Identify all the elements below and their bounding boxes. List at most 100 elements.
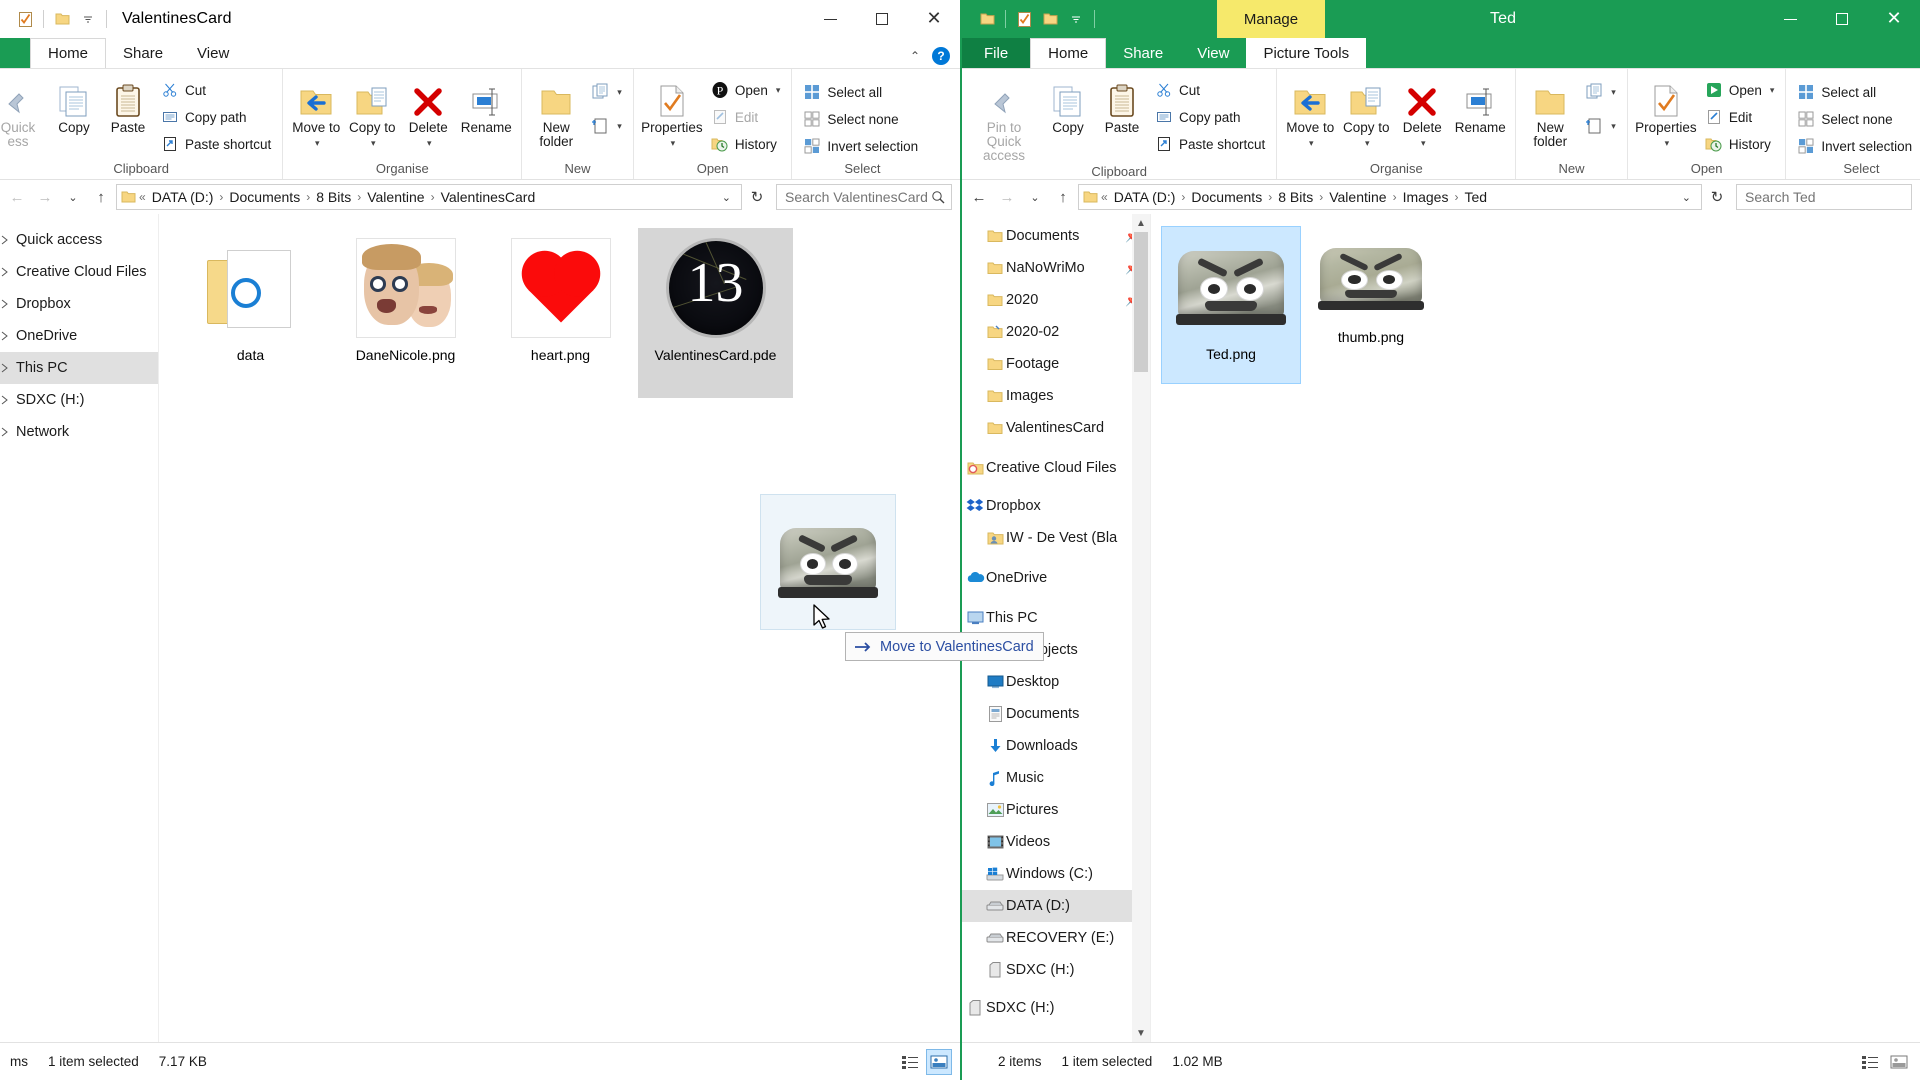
- breadcrumb-item-3[interactable]: Valentine: [1326, 189, 1389, 205]
- sidebar-item-iw-de-vest[interactable]: IW - De Vest (Bla: [962, 522, 1150, 554]
- new-item-button[interactable]: ▾: [586, 80, 627, 104]
- copy-button[interactable]: Copy: [48, 74, 100, 135]
- sidebar-item-windows-c[interactable]: Windows (C:): [962, 858, 1150, 890]
- edit-button[interactable]: Edit: [1700, 105, 1780, 129]
- up-arrow-icon[interactable]: ↑: [88, 184, 114, 210]
- breadcrumb-item-4[interactable]: ValentinesCard: [438, 189, 539, 205]
- sidebar-item-valentinescard[interactable]: ValentinesCard: [962, 412, 1150, 444]
- breadcrumb-dropdown-icon[interactable]: ⌄: [716, 191, 737, 204]
- new-item-button[interactable]: ▾: [1580, 80, 1621, 104]
- sidebar-item-documents-2[interactable]: Documents: [962, 698, 1150, 730]
- easy-access-button[interactable]: ▾: [586, 114, 627, 138]
- left-breadcrumb[interactable]: « DATA (D:) › Documents › 8 Bits › Valentin…: [116, 184, 742, 210]
- left-quick-access-toolbar[interactable]: ValentinesCard: [0, 0, 232, 38]
- close-icon[interactable]: ✕: [908, 0, 960, 38]
- list-item[interactable]: 13 ValentinesCard.pde: [638, 228, 793, 398]
- pin-to-quick-access-button[interactable]: Quick ess: [0, 74, 46, 149]
- sidebar-item-2020-02[interactable]: 2020-02: [962, 316, 1150, 348]
- edit-button[interactable]: Edit: [706, 105, 786, 129]
- refresh-icon[interactable]: ↻: [744, 184, 770, 210]
- select-none-button[interactable]: Select none: [1792, 107, 1917, 131]
- new-folder-button[interactable]: New folder: [1522, 74, 1578, 149]
- folder-icon[interactable]: [974, 6, 1000, 32]
- delete-button[interactable]: Delete ▾: [1395, 74, 1449, 150]
- list-item[interactable]: heart.png: [483, 228, 638, 398]
- minimize-icon[interactable]: [1764, 0, 1816, 38]
- left-navigation-pane[interactable]: Quick access Creative Cloud Files Dropbo…: [0, 214, 158, 1042]
- tab-share[interactable]: Share: [1106, 38, 1180, 68]
- chevron-down-icon[interactable]: [1063, 6, 1089, 32]
- tab-share[interactable]: Share: [106, 38, 180, 68]
- sidebar-item-dropbox[interactable]: Dropbox: [962, 490, 1150, 522]
- list-item[interactable]: thumb.png: [1301, 226, 1441, 384]
- help-icon[interactable]: ?: [932, 47, 950, 65]
- delete-button[interactable]: Delete ▾: [401, 74, 455, 150]
- sidebar-item-onedrive[interactable]: OneDrive: [0, 320, 158, 352]
- folder-icon-2[interactable]: [1037, 6, 1063, 32]
- rename-button[interactable]: Rename: [457, 74, 515, 135]
- sidebar-item-2020[interactable]: 2020📌: [962, 284, 1150, 316]
- sidebar-item-downloads[interactable]: Downloads: [962, 730, 1150, 762]
- paste-button[interactable]: Paste: [102, 74, 154, 135]
- breadcrumb-item-0[interactable]: DATA (D:): [149, 189, 217, 205]
- breadcrumb-item-5[interactable]: Ted: [1461, 189, 1490, 205]
- breadcrumb-item-0[interactable]: DATA (D:): [1111, 189, 1179, 205]
- sidebar-item-quick-access[interactable]: Quick access: [0, 224, 158, 256]
- history-button[interactable]: History: [1700, 132, 1780, 156]
- back-arrow-icon[interactable]: ←: [966, 184, 992, 210]
- new-folder-button[interactable]: New folder: [528, 74, 584, 149]
- left-window-controls[interactable]: ✕: [804, 0, 960, 38]
- manage-contextual-tab[interactable]: Manage: [1217, 0, 1325, 38]
- search-input[interactable]: [1743, 188, 1905, 206]
- breadcrumb-overflow-icon[interactable]: «: [138, 190, 147, 204]
- invert-selection-button[interactable]: Invert selection: [1792, 134, 1917, 158]
- maximize-icon[interactable]: [1816, 0, 1868, 38]
- right-quick-access-toolbar[interactable]: [962, 0, 1100, 38]
- folder-icon[interactable]: [49, 6, 75, 32]
- rename-button[interactable]: Rename: [1451, 74, 1509, 135]
- left-ribbon-tabs[interactable]: Home Share View ⌃ ?: [0, 38, 960, 68]
- breadcrumb-item-1[interactable]: Documents: [1188, 189, 1265, 205]
- sidebar-item-music[interactable]: Music: [962, 762, 1150, 794]
- tab-home[interactable]: Home: [30, 38, 107, 68]
- breadcrumb-overflow-icon[interactable]: «: [1100, 190, 1109, 204]
- list-item[interactable]: data: [173, 228, 328, 398]
- tab-view[interactable]: View: [1180, 38, 1246, 68]
- breadcrumb-item-2[interactable]: 8 Bits: [1275, 189, 1316, 205]
- right-window-controls[interactable]: ✕: [1764, 0, 1920, 38]
- sidebar-item-documents[interactable]: Documents📌: [962, 220, 1150, 252]
- sidebar-item-this-pc[interactable]: This PC: [962, 602, 1150, 634]
- refresh-icon[interactable]: ↻: [1704, 184, 1730, 210]
- sidebar-item-sdxc[interactable]: SDXC (H:): [0, 384, 158, 416]
- open-button[interactable]: Open ▾: [1700, 78, 1780, 102]
- copy-path-button[interactable]: Copy path: [1150, 105, 1270, 129]
- paste-shortcut-button[interactable]: Paste shortcut: [156, 132, 276, 156]
- breadcrumb-dropdown-icon[interactable]: ⌄: [1676, 191, 1697, 204]
- back-arrow-icon[interactable]: ←: [4, 184, 30, 210]
- select-all-button[interactable]: Select all: [798, 80, 923, 104]
- sidebar-item-videos[interactable]: Videos: [962, 826, 1150, 858]
- properties-button[interactable]: Properties ▾: [1634, 74, 1698, 150]
- sidebar-item-onedrive[interactable]: OneDrive: [962, 562, 1150, 594]
- sidebar-item-sdxc-h-2[interactable]: SDXC (H:): [962, 992, 1150, 1024]
- recent-dropdown-icon[interactable]: ⌄: [1022, 184, 1048, 210]
- sidebar-item-this-pc[interactable]: This PC: [0, 352, 158, 384]
- list-item[interactable]: DaneNicole.png: [328, 228, 483, 398]
- breadcrumb-item-1[interactable]: Documents: [226, 189, 303, 205]
- sidebar-item-pictures[interactable]: Pictures: [962, 794, 1150, 826]
- close-icon[interactable]: ✕: [1868, 0, 1920, 38]
- invert-selection-button[interactable]: Invert selection: [798, 134, 923, 158]
- search-input[interactable]: [783, 188, 931, 206]
- sidebar-item-footage[interactable]: Footage: [962, 348, 1150, 380]
- sidebar-item-dropbox[interactable]: Dropbox: [0, 288, 158, 320]
- forward-arrow-icon[interactable]: →: [32, 184, 58, 210]
- minimize-icon[interactable]: [804, 0, 856, 38]
- tab-picture-tools[interactable]: Picture Tools: [1246, 38, 1367, 68]
- collapse-ribbon-icon[interactable]: ⌃: [910, 49, 920, 63]
- copy-path-button[interactable]: Copy path: [156, 105, 276, 129]
- paste-button[interactable]: Paste: [1096, 74, 1148, 135]
- tab-file[interactable]: File: [962, 38, 1031, 68]
- breadcrumb-item-4[interactable]: Images: [1400, 189, 1452, 205]
- sidebar-item-data-d[interactable]: DATA (D:): [962, 890, 1150, 922]
- breadcrumb-item-3[interactable]: Valentine: [364, 189, 427, 205]
